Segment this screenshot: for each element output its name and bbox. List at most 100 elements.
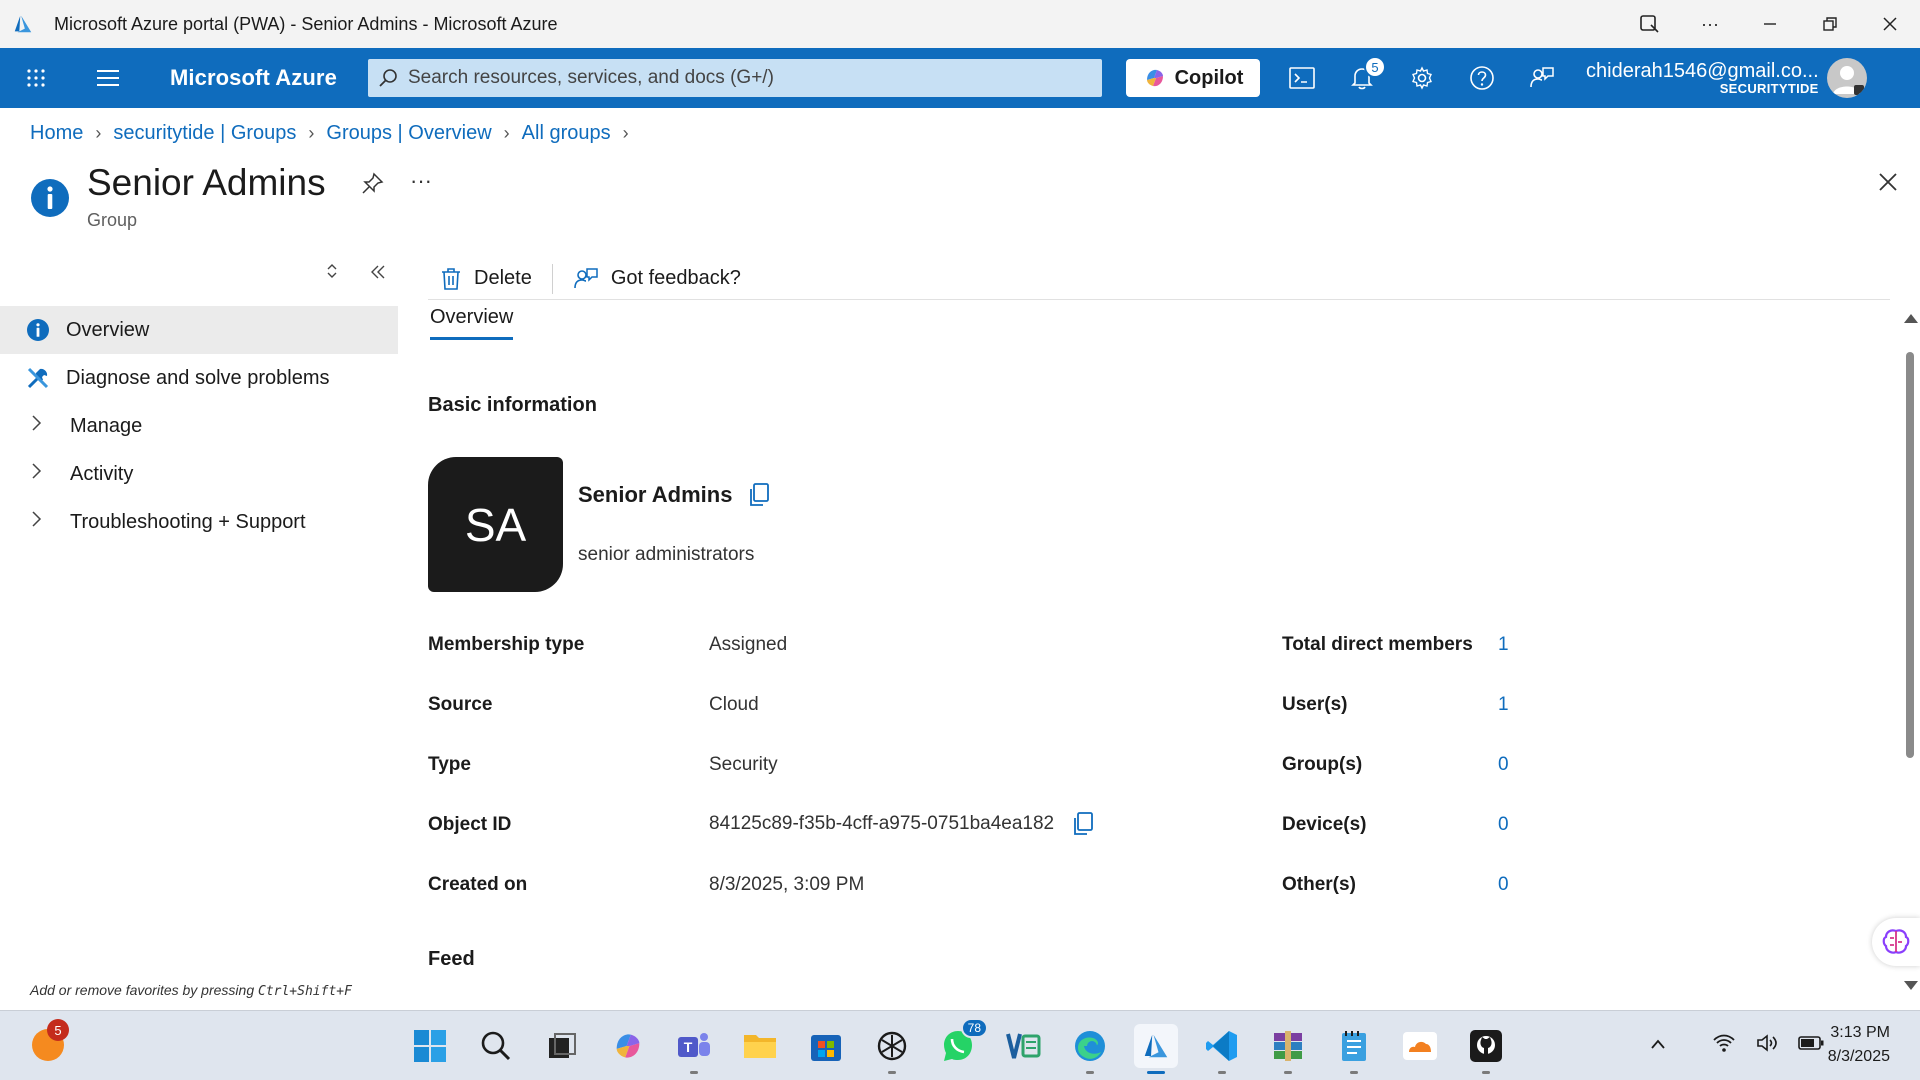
page-title: Senior Admins — [87, 162, 326, 203]
toolbar-divider — [551, 263, 553, 294]
sidebar-item-diagnose[interactable]: Diagnose and solve problems — [0, 354, 398, 402]
notifications-icon[interactable]: 5 — [1332, 48, 1392, 108]
file-explorer-icon[interactable] — [738, 1024, 782, 1068]
battery-icon[interactable] — [1798, 1035, 1824, 1056]
chevron-up-icon[interactable] — [1650, 1037, 1666, 1055]
stat-value-others[interactable]: 0 — [1498, 874, 1509, 896]
sidebar-item-label: Manage — [70, 414, 143, 437]
prop-value-text: 8/3/2025, 3:09 PM — [709, 874, 865, 895]
close-blade-icon[interactable] — [1878, 172, 1898, 192]
prop-label-source: Source — [428, 694, 493, 715]
restore-button[interactable] — [1800, 0, 1860, 48]
stat-value-groups[interactable]: 0 — [1498, 754, 1509, 776]
prop-value-source: Cloud — [709, 694, 759, 716]
tab-overview[interactable]: Overview — [430, 306, 514, 340]
stat-value-users[interactable]: 1 — [1498, 694, 1509, 716]
basic-info-heading: Basic information — [428, 394, 597, 416]
azure-app-icon[interactable] — [1134, 1024, 1178, 1074]
svg-text:T: T — [684, 1039, 693, 1055]
winrar-icon[interactable] — [1266, 1024, 1310, 1074]
cloud-shell-icon[interactable] — [1272, 48, 1332, 108]
delete-label: Delete — [474, 267, 532, 289]
teams-icon[interactable]: T — [672, 1024, 716, 1074]
breadcrumb-securitytide-groups[interactable]: securitytide | Groups — [113, 122, 296, 145]
chevron-right-icon — [30, 510, 70, 534]
notepad-icon[interactable] — [1332, 1024, 1376, 1074]
prop-value-text: Assigned — [709, 634, 788, 655]
sidebar-item-label: Diagnose and solve problems — [66, 366, 330, 389]
prop-label-object-id: Object ID — [428, 814, 512, 835]
avatar[interactable] — [1826, 58, 1867, 98]
more-options-icon[interactable]: ··· — [1680, 0, 1740, 48]
ms-store-icon[interactable] — [804, 1024, 848, 1068]
group-name-text: Senior Admins — [578, 482, 733, 507]
taskbar-clock[interactable]: 3:13 PM 8/3/2025 — [1828, 1021, 1890, 1069]
prop-value-created-on: 8/3/2025, 3:09 PM — [709, 874, 864, 896]
task-view-icon[interactable] — [540, 1024, 584, 1068]
prop-value-membership-type: Assigned — [709, 634, 787, 656]
prop-value-object-id: 84125c89-f35b-4cff-a975-0751ba4ea182 — [709, 812, 1094, 836]
breadcrumb-all-groups[interactable]: All groups — [522, 122, 611, 145]
feedback-icon[interactable] — [1512, 48, 1572, 108]
copy-icon[interactable] — [1072, 812, 1094, 836]
search-input[interactable] — [408, 67, 1102, 89]
sort-toggle-icon[interactable] — [326, 263, 338, 284]
settings-gear-icon[interactable] — [1392, 48, 1452, 108]
breadcrumb-groups-overview[interactable]: Groups | Overview — [326, 122, 491, 145]
scroll-up-icon[interactable] — [1904, 314, 1918, 323]
account-menu[interactable]: chiderah1546@gmail.co... SECURITYTIDE — [1586, 60, 1819, 96]
assistant-brain-icon[interactable] — [1872, 918, 1920, 966]
minimize-button[interactable] — [1740, 0, 1800, 48]
help-icon[interactable] — [1452, 48, 1512, 108]
copilot-app-icon[interactable] — [606, 1024, 650, 1068]
prop-value-text: 84125c89-f35b-4cff-a975-0751ba4ea182 — [709, 813, 1055, 834]
app-launcher-icon[interactable] — [0, 48, 72, 108]
window-title: Microsoft Azure portal (PWA) - Senior Ad… — [54, 13, 558, 34]
whatsapp-badge: 78 — [960, 1018, 988, 1038]
windows-taskbar: 5 T 78 3:13 PM 8/3/2025 — [0, 1010, 1920, 1080]
copilot-icon — [1146, 69, 1163, 87]
vscode-icon[interactable] — [1200, 1024, 1244, 1074]
scroll-down-icon[interactable] — [1904, 981, 1918, 990]
portal-menu-icon[interactable] — [72, 48, 144, 108]
edge-icon[interactable] — [1068, 1024, 1112, 1074]
sidebar-item-manage[interactable]: Manage — [0, 402, 398, 450]
copy-icon[interactable] — [748, 483, 770, 507]
prop-value-text: Cloud — [709, 694, 759, 715]
start-button-icon[interactable] — [408, 1024, 452, 1068]
chevron-right-icon — [30, 462, 70, 486]
chatgpt-icon[interactable] — [870, 1024, 914, 1074]
breadcrumb-home[interactable]: Home — [30, 122, 83, 145]
wifi-icon[interactable] — [1712, 1033, 1736, 1058]
prop-label-created-on: Created on — [428, 874, 528, 895]
global-search[interactable] — [368, 59, 1102, 97]
visio-icon[interactable] — [1002, 1024, 1046, 1068]
scrollbar-thumb[interactable] — [1906, 352, 1914, 758]
notifications-count-badge: 5 — [1364, 56, 1386, 78]
close-window-button[interactable] — [1860, 0, 1920, 48]
delete-button[interactable]: Delete — [428, 258, 544, 300]
sidebar-item-overview[interactable]: Overview — [0, 306, 398, 354]
feedback-button[interactable]: Got feedback? — [561, 258, 753, 300]
collapse-menu-icon[interactable] — [370, 263, 386, 284]
more-actions-icon[interactable]: ··· — [410, 168, 432, 194]
app-options-icon[interactable] — [1620, 0, 1680, 48]
volume-icon[interactable] — [1756, 1033, 1778, 1058]
clock-time: 3:13 PM — [1830, 1024, 1890, 1041]
stat-value-devices[interactable]: 0 — [1498, 814, 1509, 836]
whatsapp-icon[interactable]: 78 — [936, 1018, 988, 1068]
sidebar-item-activity[interactable]: Activity — [0, 450, 398, 498]
favorites-hint: Add or remove favorites by pressing Ctrl… — [30, 982, 352, 999]
azure-brand[interactable]: Microsoft Azure — [170, 65, 368, 91]
sidebar-item-label: Activity — [70, 462, 134, 485]
search-icon — [368, 68, 408, 88]
pin-icon[interactable] — [360, 172, 384, 196]
copilot-button[interactable]: Copilot — [1126, 59, 1260, 97]
content-scrollbar[interactable] — [1900, 310, 1920, 1000]
stat-value-total-members[interactable]: 1 — [1498, 634, 1509, 656]
github-icon[interactable] — [1464, 1024, 1508, 1074]
sidebar-item-troubleshooting[interactable]: Troubleshooting + Support — [0, 498, 398, 546]
command-bar: Delete Got feedback? — [428, 258, 1890, 300]
taskbar-search-icon[interactable] — [474, 1024, 518, 1068]
cloudflare-icon[interactable] — [1398, 1024, 1442, 1068]
